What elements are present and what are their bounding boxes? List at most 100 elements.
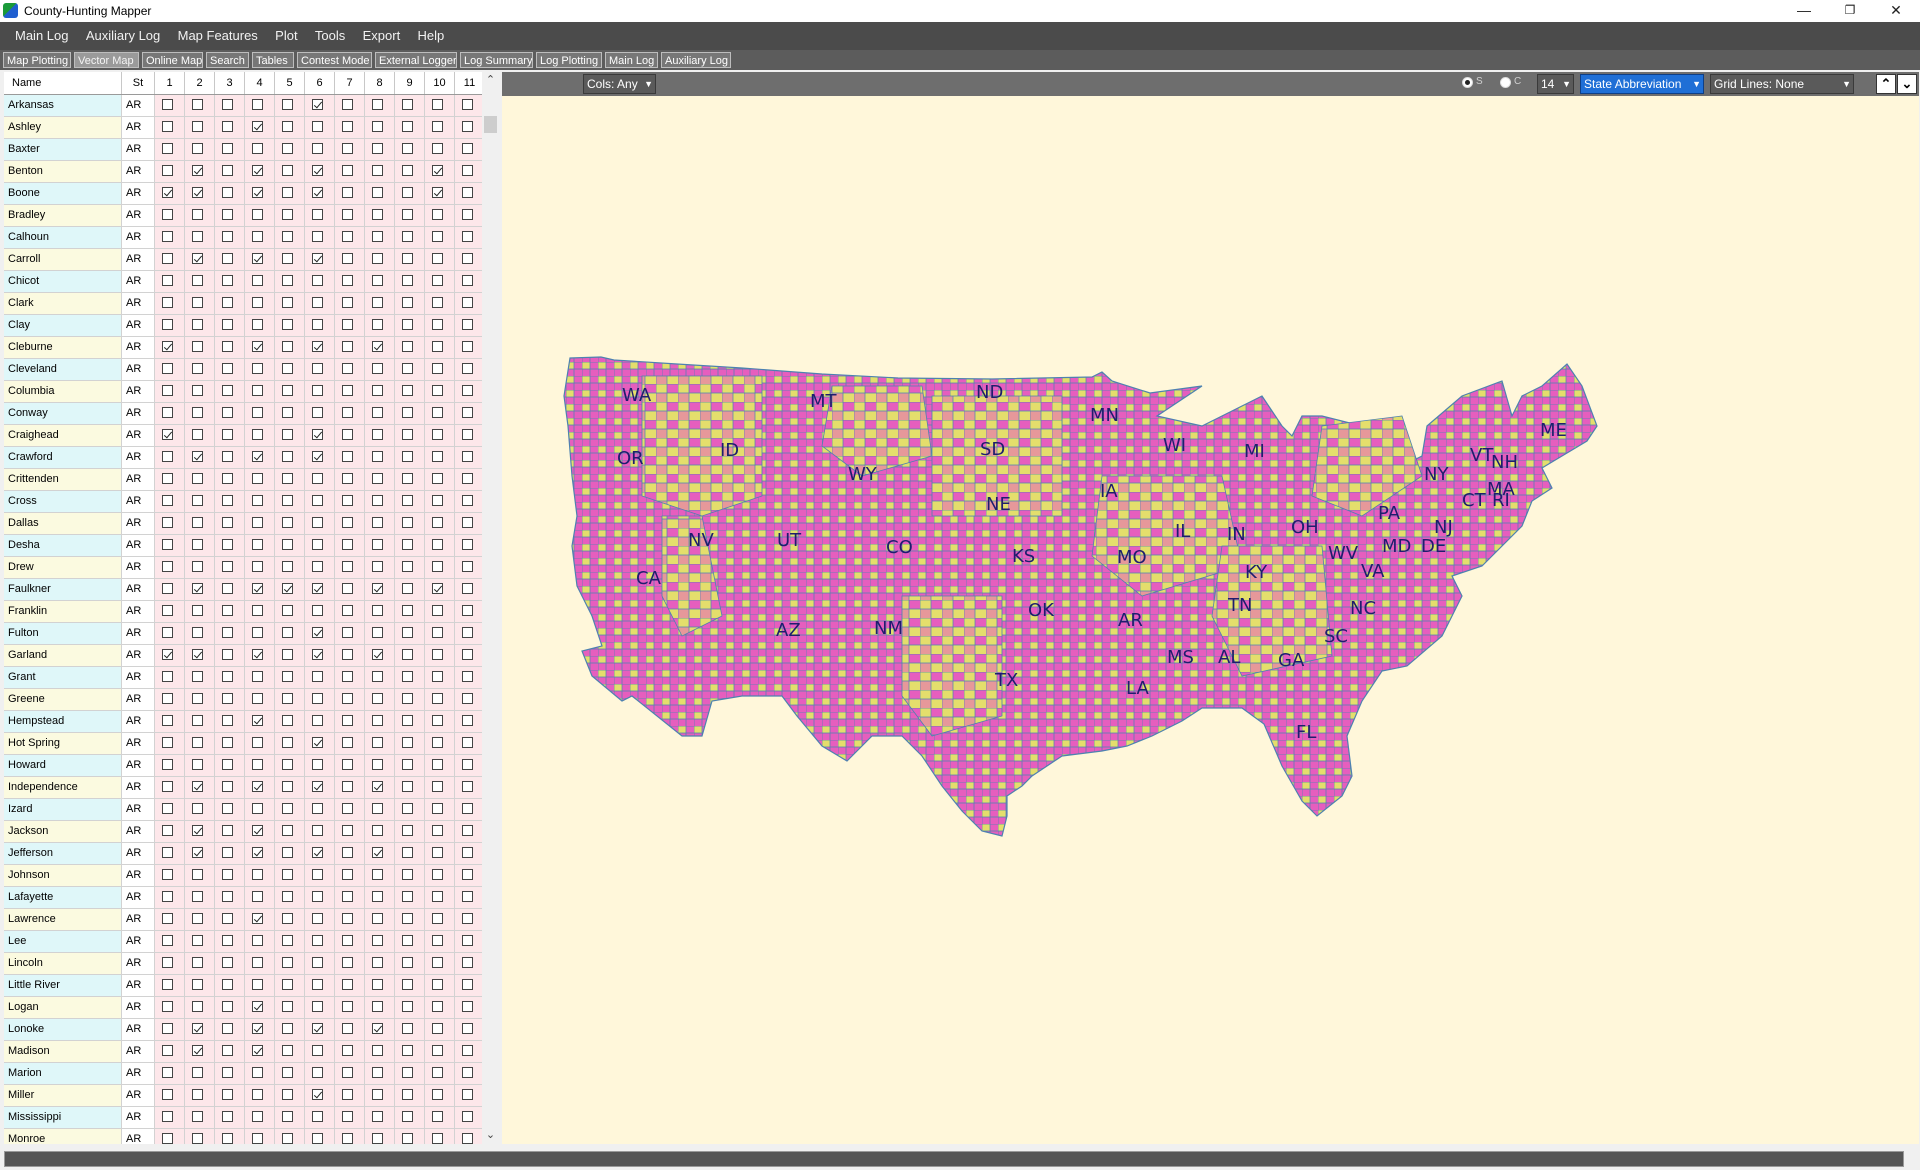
checkbox[interactable] bbox=[252, 1111, 263, 1122]
county-name[interactable]: Crawford bbox=[4, 447, 122, 469]
county-name[interactable]: Cross bbox=[4, 491, 122, 513]
checkbox[interactable] bbox=[222, 99, 233, 110]
table-row[interactable]: Dallas AR bbox=[4, 513, 482, 535]
checkbox[interactable] bbox=[432, 451, 443, 462]
checkbox[interactable] bbox=[162, 1111, 173, 1122]
checkbox[interactable] bbox=[162, 495, 173, 506]
checkbox[interactable] bbox=[462, 517, 473, 528]
checkbox[interactable] bbox=[402, 759, 413, 770]
checkbox[interactable] bbox=[282, 693, 293, 704]
county-name[interactable]: Monroe bbox=[4, 1129, 122, 1144]
scroll-up-arrow-icon[interactable]: ⌃ bbox=[482, 72, 499, 89]
checkbox[interactable] bbox=[222, 1067, 233, 1078]
county-name[interactable]: Desha bbox=[4, 535, 122, 557]
county-name[interactable]: Drew bbox=[4, 557, 122, 579]
checkbox[interactable] bbox=[462, 1089, 473, 1100]
checkbox[interactable] bbox=[252, 913, 263, 924]
county-name[interactable]: Craighead bbox=[4, 425, 122, 447]
checkbox[interactable] bbox=[372, 957, 383, 968]
checkbox[interactable] bbox=[402, 187, 413, 198]
checkbox[interactable] bbox=[222, 781, 233, 792]
checkbox[interactable] bbox=[432, 473, 443, 484]
checkbox[interactable] bbox=[402, 165, 413, 176]
checkbox[interactable] bbox=[192, 473, 203, 484]
checkbox[interactable] bbox=[252, 781, 263, 792]
checkbox[interactable] bbox=[462, 495, 473, 506]
checkbox[interactable] bbox=[282, 825, 293, 836]
checkbox[interactable] bbox=[162, 869, 173, 880]
checkbox[interactable] bbox=[162, 935, 173, 946]
checkbox[interactable] bbox=[222, 1023, 233, 1034]
checkbox[interactable] bbox=[282, 715, 293, 726]
checkbox[interactable] bbox=[372, 99, 383, 110]
checkbox[interactable] bbox=[462, 979, 473, 990]
checkbox[interactable] bbox=[252, 385, 263, 396]
checkbox[interactable] bbox=[372, 231, 383, 242]
chevron-up-icon[interactable]: ⌃ bbox=[1876, 74, 1896, 94]
checkbox[interactable] bbox=[282, 869, 293, 880]
checkbox[interactable] bbox=[312, 1023, 323, 1034]
checkbox[interactable] bbox=[402, 781, 413, 792]
checkbox[interactable] bbox=[342, 121, 353, 132]
checkbox[interactable] bbox=[402, 1067, 413, 1078]
checkbox[interactable] bbox=[372, 759, 383, 770]
county-name[interactable]: Arkansas bbox=[4, 95, 122, 117]
checkbox[interactable] bbox=[282, 297, 293, 308]
checkbox[interactable] bbox=[402, 209, 413, 220]
checkbox[interactable] bbox=[162, 429, 173, 440]
county-name[interactable]: Fulton bbox=[4, 623, 122, 645]
checkbox[interactable] bbox=[342, 187, 353, 198]
checkbox[interactable] bbox=[432, 209, 443, 220]
checkbox[interactable] bbox=[402, 319, 413, 330]
checkbox[interactable] bbox=[162, 165, 173, 176]
checkbox[interactable] bbox=[312, 385, 323, 396]
checkbox[interactable] bbox=[282, 561, 293, 572]
checkbox[interactable] bbox=[402, 1045, 413, 1056]
checkbox[interactable] bbox=[402, 1133, 413, 1144]
checkbox[interactable] bbox=[282, 957, 293, 968]
table-row[interactable]: Bradley AR bbox=[4, 205, 482, 227]
checkbox[interactable] bbox=[312, 209, 323, 220]
checkbox[interactable] bbox=[342, 209, 353, 220]
header-name[interactable]: Name bbox=[4, 72, 122, 94]
checkbox[interactable] bbox=[162, 671, 173, 682]
checkbox[interactable] bbox=[162, 957, 173, 968]
checkbox[interactable] bbox=[252, 495, 263, 506]
checkbox[interactable] bbox=[162, 363, 173, 374]
checkbox[interactable] bbox=[282, 253, 293, 264]
checkbox[interactable] bbox=[252, 297, 263, 308]
checkbox[interactable] bbox=[312, 1089, 323, 1100]
checkbox[interactable] bbox=[222, 649, 233, 660]
checkbox[interactable] bbox=[282, 935, 293, 946]
checkbox[interactable] bbox=[222, 759, 233, 770]
checkbox[interactable] bbox=[192, 737, 203, 748]
checkbox[interactable] bbox=[432, 429, 443, 440]
checkbox[interactable] bbox=[162, 561, 173, 572]
checkbox[interactable] bbox=[342, 165, 353, 176]
checkbox[interactable] bbox=[222, 473, 233, 484]
checkbox[interactable] bbox=[222, 979, 233, 990]
checkbox[interactable] bbox=[372, 1111, 383, 1122]
checkbox[interactable] bbox=[402, 627, 413, 638]
checkbox[interactable] bbox=[192, 1089, 203, 1100]
checkbox[interactable] bbox=[252, 957, 263, 968]
checkbox[interactable] bbox=[312, 451, 323, 462]
checkbox[interactable] bbox=[162, 341, 173, 352]
checkbox[interactable] bbox=[192, 275, 203, 286]
checkbox[interactable] bbox=[372, 209, 383, 220]
checkbox[interactable] bbox=[462, 231, 473, 242]
checkbox[interactable] bbox=[372, 429, 383, 440]
table-row[interactable]: Baxter AR bbox=[4, 139, 482, 161]
tab-map-plotting[interactable]: Map Plotting bbox=[3, 52, 71, 68]
checkbox[interactable] bbox=[252, 847, 263, 858]
county-name[interactable]: Lee bbox=[4, 931, 122, 953]
checkbox[interactable] bbox=[342, 847, 353, 858]
checkbox[interactable] bbox=[282, 539, 293, 550]
checkbox[interactable] bbox=[282, 1133, 293, 1144]
checkbox[interactable] bbox=[462, 1001, 473, 1012]
checkbox[interactable] bbox=[462, 363, 473, 374]
county-name[interactable]: Chicot bbox=[4, 271, 122, 293]
checkbox[interactable] bbox=[432, 671, 443, 682]
checkbox[interactable] bbox=[462, 935, 473, 946]
checkbox[interactable] bbox=[342, 517, 353, 528]
